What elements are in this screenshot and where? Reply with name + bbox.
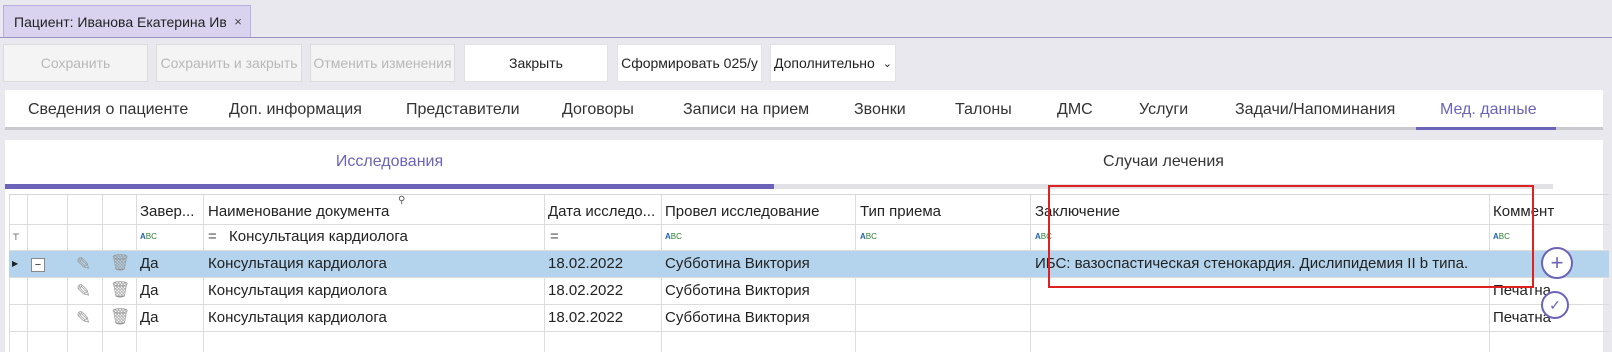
- row-indicator-icon: ▶: [12, 259, 19, 268]
- form-025-button[interactable]: Сформировать 025/у: [617, 44, 762, 82]
- cell-doctor: Субботина Виктория: [665, 255, 810, 272]
- cell-doc-name: Консультация кардиолога: [208, 282, 387, 299]
- subtab-research[interactable]: Исследования: [5, 140, 774, 189]
- tab-calls[interactable]: Звонки: [854, 90, 906, 130]
- chevron-down-icon: ⌄: [882, 57, 892, 70]
- tab-tasks[interactable]: Задачи/Напоминания: [1235, 90, 1395, 130]
- col-header-visit-type[interactable]: Тип приема: [860, 203, 941, 220]
- tab-divider: [0, 37, 1612, 38]
- doc-name-filter-input[interactable]: Консультация кардиолога: [229, 224, 408, 250]
- cell-date: 18.02.2022: [545, 251, 664, 277]
- filter-icon[interactable]: ⚲: [398, 195, 405, 206]
- cell-done: Да: [140, 255, 159, 272]
- type-filter-icon[interactable]: ABC: [860, 224, 877, 250]
- cell-date: 18.02.2022: [548, 309, 624, 326]
- conclusion-highlight-box: [1048, 185, 1534, 288]
- save-button[interactable]: Сохранить: [3, 44, 148, 82]
- delete-icon[interactable]: 🗑: [110, 251, 130, 277]
- cancel-changes-button[interactable]: Отменить изменения: [310, 44, 455, 82]
- cell-doc-name: Консультация кардиолога: [208, 309, 387, 326]
- tab-representatives[interactable]: Представители: [406, 90, 520, 130]
- cell-done: Да: [140, 282, 159, 299]
- date-eq-operator-icon[interactable]: =: [550, 224, 559, 250]
- close-tab-icon[interactable]: ×: [226, 14, 250, 29]
- tab-appointments[interactable]: Записи на прием: [683, 90, 809, 130]
- active-tab-indicator: [1416, 127, 1556, 130]
- edit-icon[interactable]: ✎: [76, 305, 91, 331]
- table-row[interactable]: ✎ 🗑 Да Консультация кардиолога 18.02.202…: [9, 305, 1609, 332]
- edit-icon[interactable]: ✎: [76, 251, 91, 277]
- patient-tab-title: Пациент: Иванова Екатерина Ив...: [14, 13, 226, 30]
- filter-row-icon: ⊤: [12, 232, 20, 242]
- delete-icon[interactable]: 🗑: [110, 305, 130, 331]
- col-header-done[interactable]: Завер...: [140, 203, 194, 220]
- col-header-date[interactable]: Дата исследо...: [548, 203, 655, 220]
- collapse-icon[interactable]: −: [31, 258, 45, 272]
- text-filter-icon[interactable]: ABC: [140, 224, 157, 250]
- col-header-doctor[interactable]: Провел исследование: [665, 203, 819, 220]
- more-dropdown-label: Дополнительно: [774, 55, 875, 71]
- patient-tabs: Сведения о пациенте Доп. информация Пред…: [5, 90, 1603, 130]
- patient-document-tab[interactable]: Пациент: Иванова Екатерина Ив... ×: [3, 5, 251, 37]
- tab-dms[interactable]: ДМС: [1057, 90, 1093, 130]
- tab-med-data[interactable]: Мед. данные: [1440, 90, 1537, 130]
- tab-patient-info[interactable]: Сведения о пациенте: [28, 90, 188, 130]
- subtab-treatment-cases[interactable]: Случаи лечения: [774, 140, 1553, 189]
- cell-doctor: Субботина Виктория: [665, 282, 810, 299]
- eq-operator-icon[interactable]: =: [208, 224, 217, 250]
- tab-coupons[interactable]: Талоны: [955, 90, 1012, 130]
- tab-contracts[interactable]: Договоры: [562, 90, 634, 130]
- delete-icon[interactable]: 🗑: [110, 278, 130, 304]
- add-icon[interactable]: +: [1541, 247, 1573, 279]
- doctor-filter-icon[interactable]: ABC: [665, 224, 682, 250]
- cell-doc-name: Консультация кардиолога: [208, 255, 387, 272]
- cell-date: 18.02.2022: [548, 282, 624, 299]
- more-dropdown[interactable]: Дополнительно ⌄: [770, 44, 896, 82]
- close-button[interactable]: Закрыть: [464, 44, 608, 82]
- edit-icon[interactable]: ✎: [76, 278, 91, 304]
- cell-doctor: Субботина Виктория: [665, 309, 810, 326]
- clipboard-check-icon[interactable]: ✓: [1541, 291, 1569, 319]
- tab-services[interactable]: Услуги: [1139, 90, 1188, 130]
- tab-extra-info[interactable]: Доп. информация: [229, 90, 362, 130]
- cell-done: Да: [140, 309, 159, 326]
- save-and-close-button[interactable]: Сохранить и закрыть: [156, 44, 302, 82]
- col-header-doc-name[interactable]: Наименование документа: [208, 203, 389, 220]
